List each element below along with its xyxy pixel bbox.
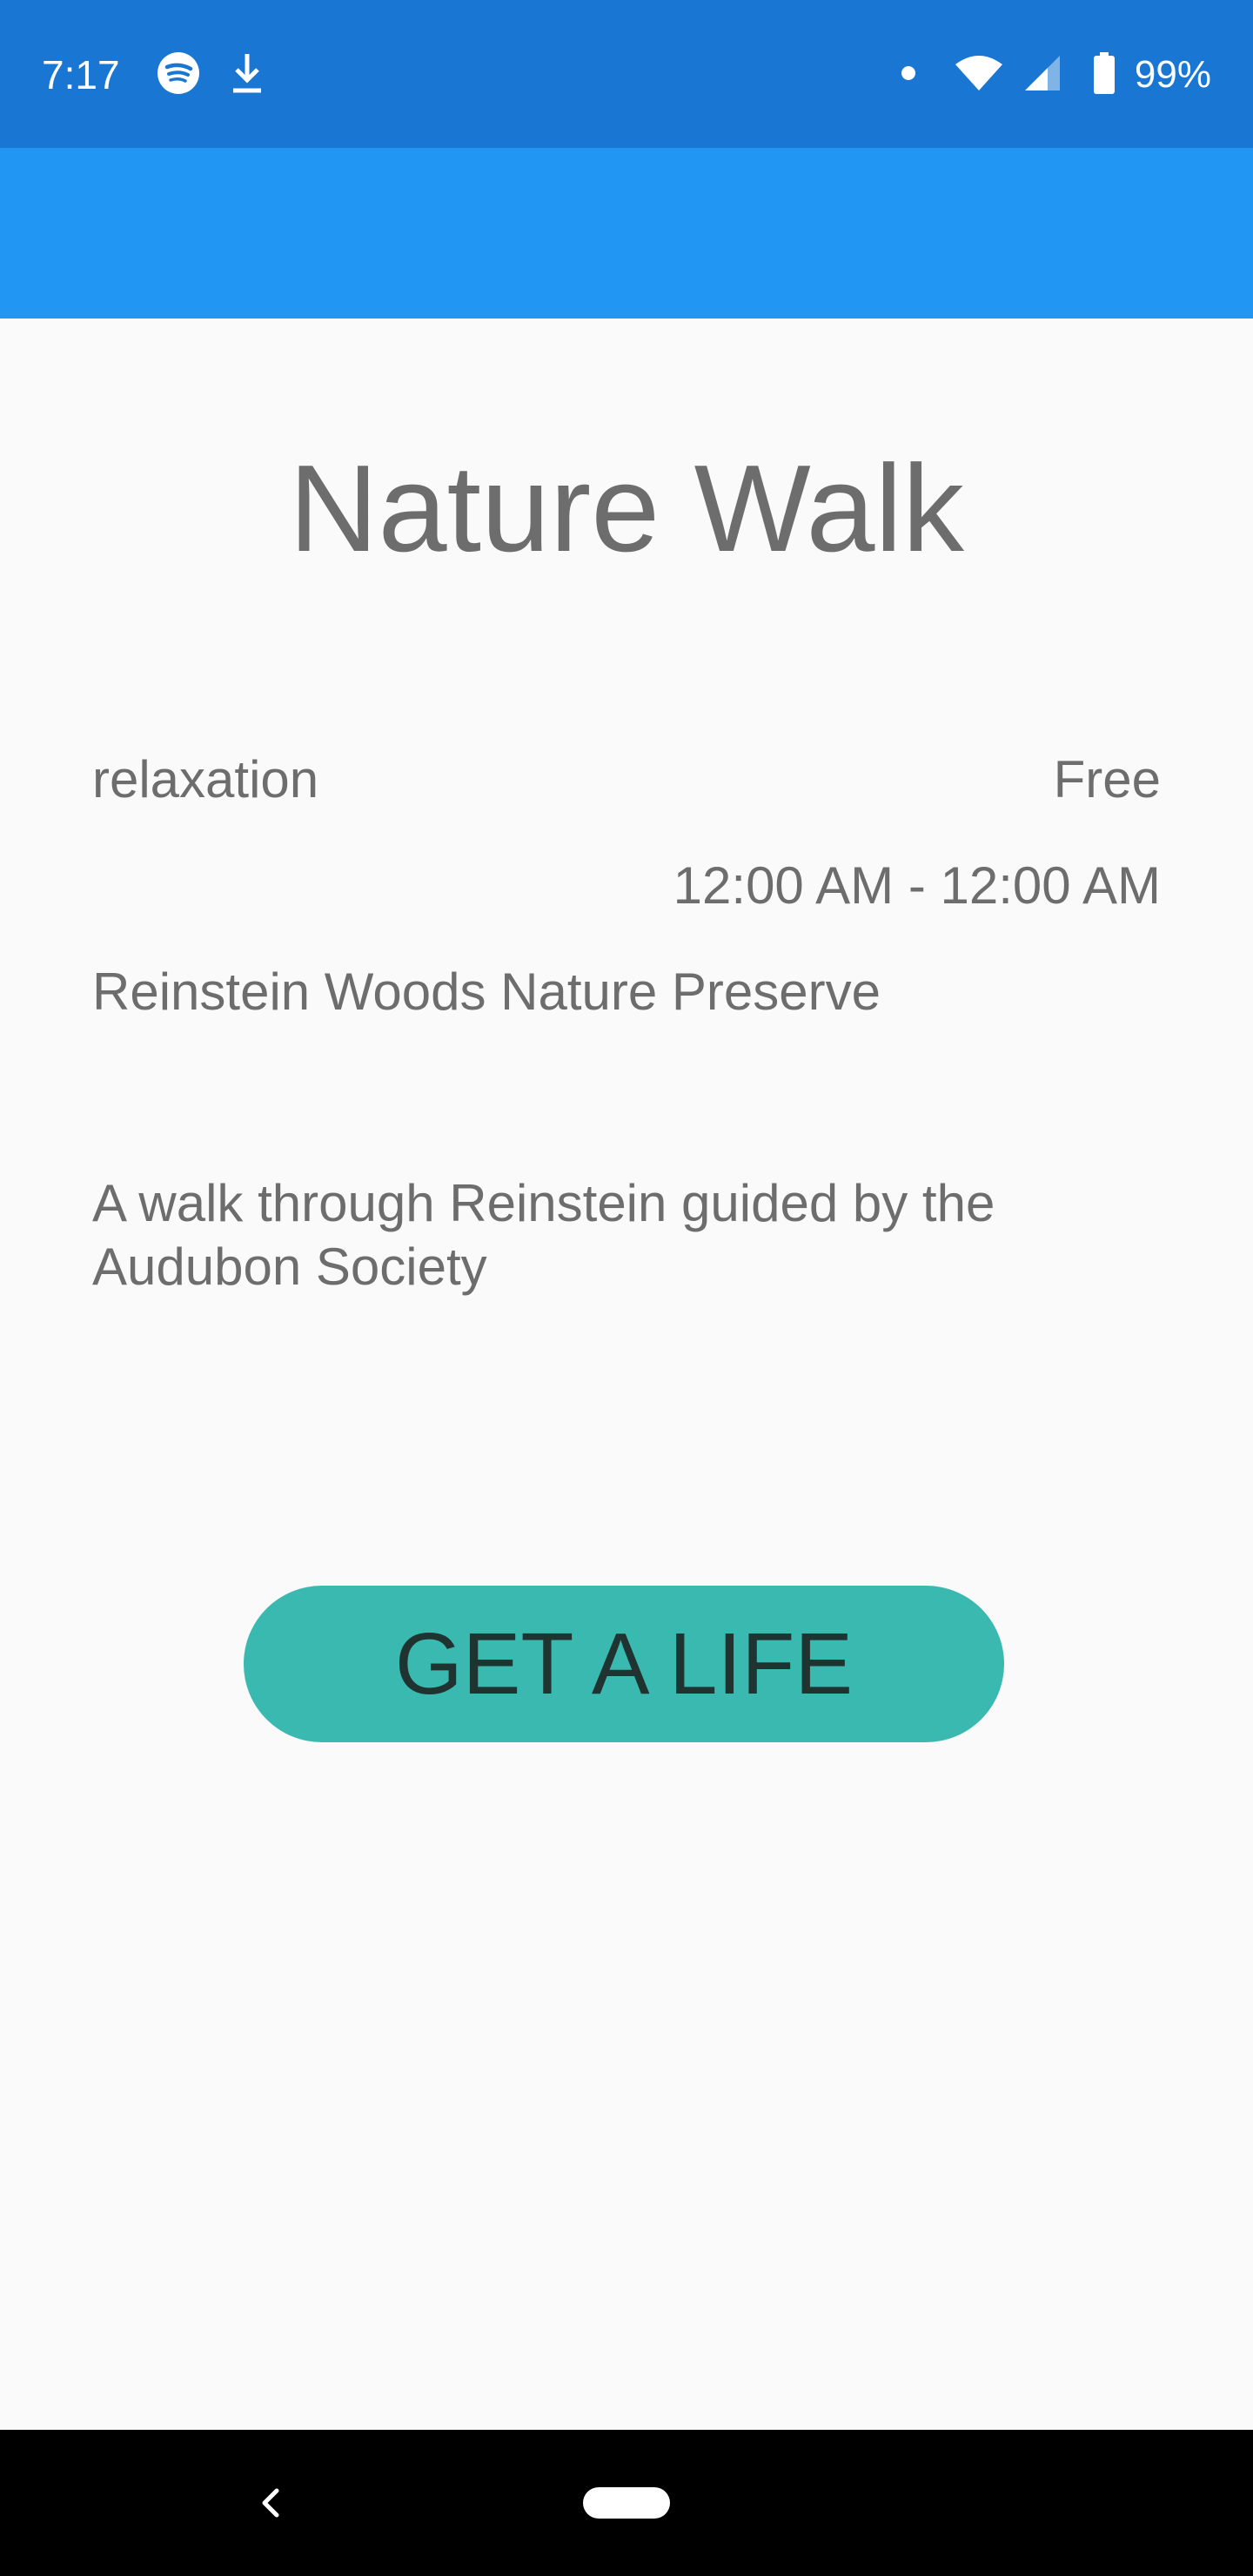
notification-dot-icon bbox=[900, 64, 917, 86]
status-bar: 7:17 99% bbox=[0, 0, 1253, 148]
status-left-icons bbox=[157, 49, 265, 101]
event-price: Free bbox=[1053, 750, 1161, 808]
wifi-icon bbox=[954, 54, 1004, 97]
back-icon[interactable] bbox=[252, 2477, 287, 2529]
app-bar bbox=[0, 148, 1253, 319]
battery-icon bbox=[1093, 51, 1116, 98]
event-description: A walk through Reinstein guided by the A… bbox=[92, 1174, 995, 1296]
event-category: relaxation bbox=[92, 750, 319, 808]
event-title: Nature Walk bbox=[289, 439, 964, 578]
event-time-range: 12:00 AM - 12:00 AM bbox=[673, 856, 1161, 915]
cell-signal-icon bbox=[1023, 54, 1062, 97]
home-pill-icon[interactable] bbox=[583, 2487, 670, 2519]
status-right-icons: 99% bbox=[900, 49, 1211, 101]
spotify-icon bbox=[157, 51, 200, 99]
battery-percent: 99% bbox=[1134, 53, 1211, 96]
event-location: Reinstein Woods Nature Preserve bbox=[92, 963, 881, 1021]
status-time: 7:17 bbox=[42, 52, 120, 97]
get-a-life-button[interactable]: GET A LIFE bbox=[244, 1586, 1004, 1742]
navigation-bar bbox=[0, 2430, 1253, 2576]
download-icon bbox=[230, 50, 265, 100]
